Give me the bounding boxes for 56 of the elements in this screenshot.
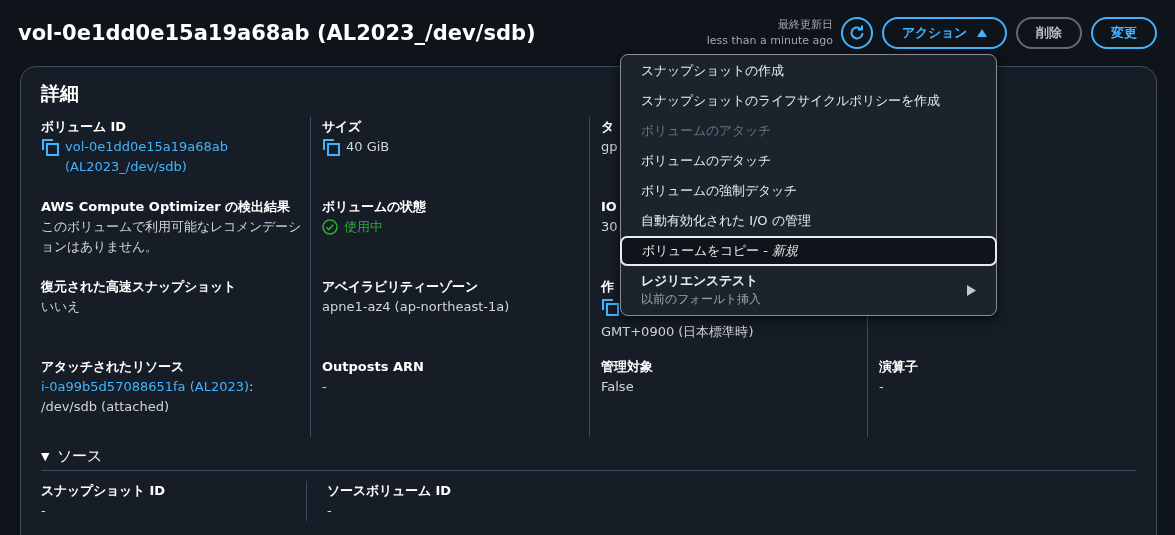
field-label: サイズ xyxy=(322,118,361,136)
field-label: 管理対象 xyxy=(601,358,653,376)
field-value: 40 GiB xyxy=(346,138,390,156)
menu-item[interactable]: スナップショットのライフサイクルポリシーを作成 xyxy=(621,86,996,116)
field-label: スナップショット ID xyxy=(41,482,166,500)
status-text: 使用中 xyxy=(344,218,383,236)
copy-icon[interactable] xyxy=(601,298,619,316)
copy-icon[interactable] xyxy=(41,138,59,156)
field-value: apne1-az4 (ap-northeast-1a) xyxy=(322,298,510,316)
modify-button[interactable]: 変更 xyxy=(1091,17,1157,49)
delete-button[interactable]: 削除 xyxy=(1016,17,1082,49)
menu-item[interactable]: 自動有効化された I/O の管理 xyxy=(621,206,996,236)
field-value: GMT+0900 (日本標準時) xyxy=(601,323,754,341)
last-updated-label: 最終更新日 xyxy=(778,17,833,33)
menu-item[interactable]: ボリュームをコピー - 新規 xyxy=(620,236,997,266)
check-circle-icon xyxy=(322,219,338,235)
field-label: 作 xyxy=(601,278,614,296)
section-heading: 詳細 xyxy=(41,81,79,106)
field-value: このボリュームで利用可能なレコメンデーションはありません。 xyxy=(41,218,302,256)
field-label: ボリューム ID xyxy=(41,118,127,136)
punctuation: : xyxy=(249,379,254,394)
field-value: - xyxy=(41,502,46,520)
section-heading[interactable]: ソース xyxy=(57,447,103,466)
refresh-button[interactable] xyxy=(841,17,873,49)
field-label: ボリュームの状態 xyxy=(322,198,426,216)
field-value: - xyxy=(327,502,332,520)
field-label: AWS Compute Optimizer の検出結果 xyxy=(41,198,291,216)
instance-link[interactable]: i-0a99b5d57088651fa (AL2023) xyxy=(41,379,250,394)
field-label: アベイラビリティーゾーン xyxy=(322,278,478,296)
field-value: - xyxy=(322,378,327,396)
field-value: gp xyxy=(601,138,618,156)
caret-icon xyxy=(977,29,987,37)
field-value: - xyxy=(879,378,884,396)
field-label: 演算子 xyxy=(879,358,918,376)
field-label: 復元された高速スナップショット xyxy=(41,278,236,296)
menu-item[interactable]: スナップショットの作成 xyxy=(621,56,996,86)
field-label: タ xyxy=(601,118,614,136)
toggle-icon[interactable]: ▼ xyxy=(41,450,50,463)
field-label: ソースボリューム ID xyxy=(327,482,452,500)
menu-item[interactable]: ボリュームのデタッチ xyxy=(621,146,996,176)
menu-item[interactable]: レジリエンステスト 以前のフォールト挿入 xyxy=(621,266,996,314)
field-value: /dev/sdb (attached) xyxy=(41,398,170,416)
volume-id-link[interactable]: vol-0e1dd0e15a19a68ab (AL2023_/dev/sdb) xyxy=(65,137,310,177)
actions-dropdown-button[interactable]: アクション xyxy=(882,17,1007,49)
field-value: いいえ xyxy=(41,298,80,316)
field-label: Outposts ARN xyxy=(322,358,424,376)
submenu-arrow-icon xyxy=(967,284,976,296)
page-title: vol-0e1dd0e15a19a68ab (AL2023_/dev/sdb) xyxy=(18,21,536,45)
field-value: 30 xyxy=(601,218,618,236)
last-updated-time: less than a minute ago xyxy=(706,33,833,49)
refresh-icon xyxy=(848,24,866,42)
field-value: False xyxy=(601,378,634,396)
field-label: IO xyxy=(601,198,617,216)
menu-item[interactable]: ボリュームの強制デタッチ xyxy=(621,176,996,206)
copy-icon[interactable] xyxy=(322,138,340,156)
field-label: アタッチされたリソース xyxy=(41,358,184,376)
